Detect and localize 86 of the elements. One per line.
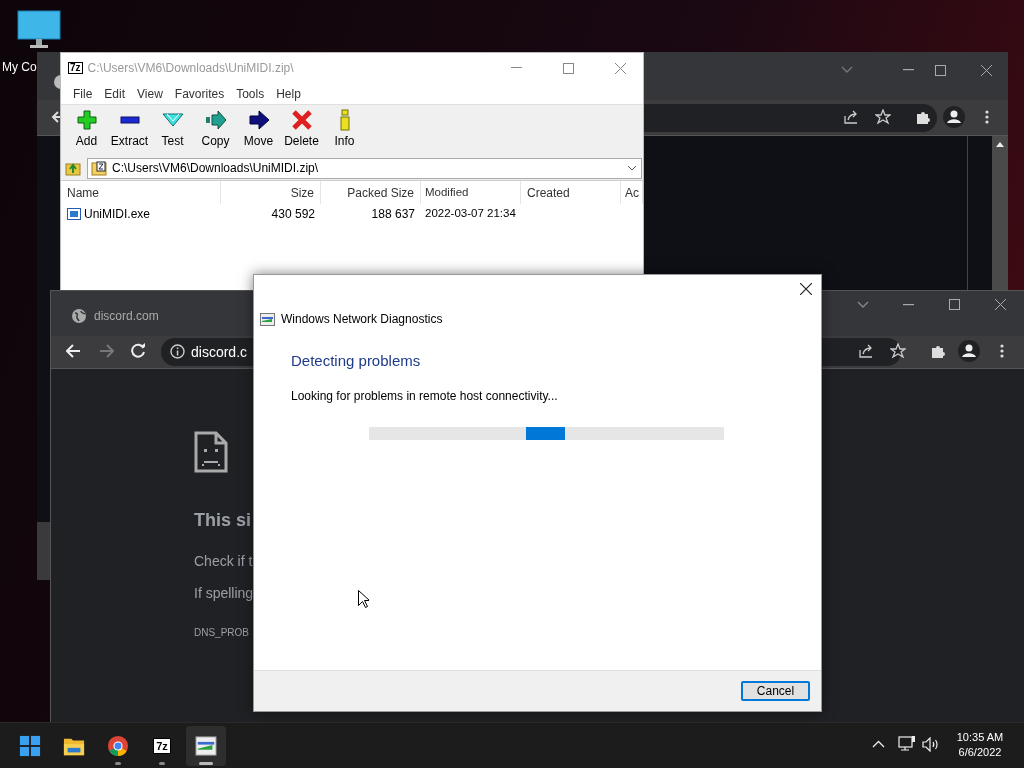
volume-icon[interactable]: [922, 737, 940, 752]
delete-button[interactable]: Delete: [280, 109, 323, 150]
clock-date[interactable]: 6/6/2022: [958, 745, 1002, 760]
chevron-down-icon[interactable]: [857, 301, 869, 309]
info-button[interactable]: Info: [323, 109, 366, 150]
sad-page-icon: [194, 431, 228, 473]
move-button[interactable]: Move: [237, 109, 280, 150]
menu-item[interactable]: Favorites: [168, 84, 231, 103]
side-panel: [37, 522, 51, 580]
app-icon: 7z: [153, 738, 171, 754]
minimize-icon[interactable]: [903, 304, 914, 306]
maximize-icon[interactable]: [563, 62, 574, 74]
minimize-icon[interactable]: [903, 69, 914, 71]
info-icon[interactable]: [170, 344, 185, 359]
globe-icon: [72, 309, 86, 323]
copy-button[interactable]: Copy: [194, 109, 237, 150]
minimize-icon[interactable]: [511, 67, 522, 69]
chrome-icon: [107, 735, 129, 757]
share-icon[interactable]: [858, 343, 874, 359]
profile-icon[interactable]: [943, 106, 965, 128]
address-field[interactable]: C:\Users\VM6\Downloads\UniMIDI.zip\: [87, 157, 642, 179]
profile-icon[interactable]: [958, 340, 980, 362]
dropdown-icon[interactable]: [627, 165, 637, 171]
menu-item[interactable]: View: [131, 84, 169, 103]
tab-title[interactable]: discord.com: [94, 307, 159, 325]
arrow-right-icon: [247, 109, 270, 131]
taskbar-button[interactable]: [186, 726, 226, 766]
error-heading: This si: [194, 509, 251, 532]
forward-icon: [99, 344, 114, 358]
error-text: Check if t: [194, 552, 253, 571]
archive-icon: [91, 160, 107, 176]
menu-icon[interactable]: [1000, 344, 1004, 358]
column-header[interactable]: Modified: [421, 181, 521, 204]
start-icon: [19, 735, 41, 757]
extensions-icon[interactable]: [915, 109, 931, 125]
column-header[interactable]: Ac: [621, 181, 643, 204]
desktop-icon-label[interactable]: My Co: [2, 58, 37, 76]
add-button[interactable]: Add: [65, 109, 108, 150]
chevron-down-icon[interactable]: [841, 66, 853, 74]
network-diagnostics-icon: [260, 312, 275, 326]
error-text: If spelling: [194, 584, 254, 603]
back-icon[interactable]: [51, 110, 63, 124]
test-button[interactable]: Test: [151, 109, 194, 150]
table-cell-text: 430 592: [270, 206, 316, 223]
monitor-icon[interactable]: [17, 10, 61, 50]
maximize-icon[interactable]: [949, 299, 960, 310]
menu-item[interactable]: Help: [270, 84, 307, 103]
address-text[interactable]: discord.c: [191, 342, 248, 363]
table-cell-text: 2022-03-07 21:34: [424, 206, 517, 222]
share-icon[interactable]: [843, 109, 859, 125]
network-icon[interactable]: [898, 736, 916, 752]
scroll-up-icon[interactable]: [996, 141, 1004, 147]
arrow-right-icon: [204, 109, 227, 131]
error-code: DNS_PROB: [194, 626, 249, 640]
cursor-icon: [358, 590, 369, 608]
column-header[interactable]: Name: [61, 181, 221, 204]
menu-item[interactable]: File: [67, 84, 99, 103]
menu-item[interactable]: Edit: [98, 84, 132, 103]
reload-icon[interactable]: [131, 343, 146, 358]
close-icon[interactable]: [800, 283, 812, 295]
network-diagnostics-icon: [195, 735, 217, 757]
dialog-heading: Detecting problems: [291, 351, 422, 371]
dialog-title: Windows Network Diagnostics: [281, 311, 443, 328]
cross-icon: [290, 109, 313, 131]
clock-time[interactable]: 10:35 AM: [956, 730, 1004, 745]
menu-item[interactable]: Tools: [230, 84, 271, 103]
extensions-icon[interactable]: [930, 343, 946, 359]
column-header[interactable]: Created: [521, 181, 621, 204]
status-text: Looking for problems in remote host connectivity...: [291, 388, 559, 405]
taskbar-button[interactable]: 7z: [142, 726, 182, 766]
column-header[interactable]: Packed Size: [321, 181, 421, 204]
menu-icon[interactable]: [985, 110, 989, 124]
back-icon[interactable]: [66, 344, 81, 358]
cancel-button[interactable]: Cancel: [741, 681, 810, 701]
chevron-up-icon[interactable]: [872, 740, 885, 748]
maximize-icon[interactable]: [935, 65, 946, 76]
table-cell-text: 188 637: [370, 206, 416, 223]
window-title: C:\Users\VM6\Downloads\UniMIDI.zip\: [87, 60, 294, 77]
exe-icon: [67, 208, 81, 220]
extract-button[interactable]: Extract: [108, 109, 151, 150]
star-icon[interactable]: [875, 109, 891, 125]
plus-icon: [75, 109, 98, 131]
star-icon[interactable]: [890, 343, 906, 359]
file-name-cell[interactable]: UniMIDI.exe: [61, 205, 221, 223]
app-icon: 7z: [68, 62, 83, 74]
column-header[interactable]: Size: [221, 181, 321, 204]
